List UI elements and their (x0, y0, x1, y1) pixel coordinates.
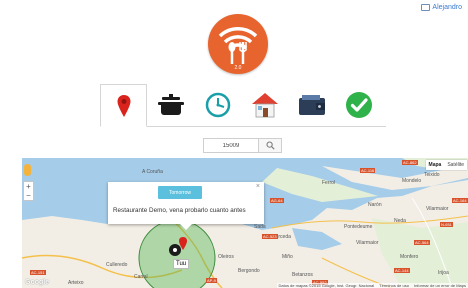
road-label: AC-862 (402, 160, 418, 165)
place-label: Monfero (400, 254, 419, 260)
info-window-message: Restaurante Demo, vena probarlo cuanto a… (113, 207, 246, 214)
map-attribution: Datos de mapas ©2015 Google, Inst. Geogr… (276, 283, 468, 288)
place-label: Neda (394, 218, 406, 224)
main-toolbar (100, 84, 386, 127)
place-label: Vilarmaior (426, 206, 449, 212)
place-label: Teixido (424, 172, 440, 178)
home-icon (251, 93, 278, 118)
tab-schedule[interactable] (194, 84, 241, 126)
road-label: AC-151 (30, 270, 46, 275)
place-label: Irijoa (438, 270, 449, 276)
road-label: AC-564 (414, 240, 430, 245)
map-view[interactable]: + − Mapa Satélite Tomorrow Restaurante De… (22, 158, 468, 288)
place-label: Oleiros (218, 254, 234, 260)
tab-kitchen[interactable] (147, 84, 194, 126)
logo-version: 2.0 (234, 65, 242, 71)
map-type-satellite[interactable]: Satélite (444, 160, 467, 170)
road-label: AC-144 (394, 268, 410, 273)
google-logo: Google (25, 279, 50, 286)
road-label: AC-164 (452, 198, 468, 203)
user-card-icon (421, 4, 431, 11)
attribution-data: Datos de mapas ©2015 Google, Inst. Geogr… (278, 283, 375, 288)
cooking-pot-icon (157, 94, 184, 115)
road-label: AP-9 (206, 278, 217, 283)
road-label: AG-64 (270, 198, 284, 203)
info-window-button[interactable]: Tomorrow (158, 186, 202, 199)
road-label: AC-523 (262, 234, 278, 239)
tab-home[interactable] (241, 84, 288, 126)
report-error-link[interactable]: Informar de un error de Maps (414, 283, 466, 288)
place-label: A Coruña (142, 169, 163, 175)
postcode-search (203, 138, 282, 153)
info-window-tail (180, 224, 192, 230)
map-type-control[interactable]: Mapa Satélite (425, 160, 467, 170)
zoom-control[interactable]: + − (23, 181, 34, 201)
map-type-map[interactable]: Mapa (426, 160, 445, 170)
place-label: Pontedeume (344, 224, 373, 230)
search-icon (266, 141, 275, 150)
place-label: Betanzos (292, 272, 313, 278)
place-label: Sada (254, 224, 266, 230)
info-window: Tomorrow Restaurante Demo, vena probarlo… (108, 182, 264, 230)
place-label: Ferrol (322, 180, 336, 186)
terms-link[interactable]: Términos de uso (379, 283, 409, 288)
app-logo: 2.0 (208, 14, 268, 74)
road-label: N-651 (440, 222, 453, 227)
marker-label: Tuu (173, 259, 190, 269)
close-icon[interactable]: × (256, 183, 260, 190)
tab-location[interactable] (100, 84, 147, 127)
tab-confirm[interactable] (335, 84, 382, 126)
user-profile-link[interactable]: Alejandro (421, 4, 462, 11)
place-label: Carral (134, 274, 148, 280)
map-pin-icon (117, 94, 130, 117)
place-label: Vilarmaior (356, 240, 379, 246)
search-button[interactable] (259, 138, 282, 153)
check-circle-icon (345, 92, 372, 118)
postcode-input[interactable] (203, 138, 259, 153)
place-label: Narón (368, 202, 382, 208)
user-name: Alejandro (432, 4, 462, 11)
wallet-icon (298, 95, 325, 115)
place-label: Mondelo (402, 178, 422, 184)
tab-payments[interactable] (288, 84, 335, 126)
place-label: Culleredo (106, 262, 128, 268)
place-label: Arteixo (68, 280, 84, 286)
road-label: AC-116 (360, 168, 376, 173)
clock-icon (205, 92, 230, 118)
street-view-pegman[interactable] (24, 164, 31, 176)
place-label: Bergondo (238, 268, 260, 274)
place-label: Miño (282, 254, 293, 260)
